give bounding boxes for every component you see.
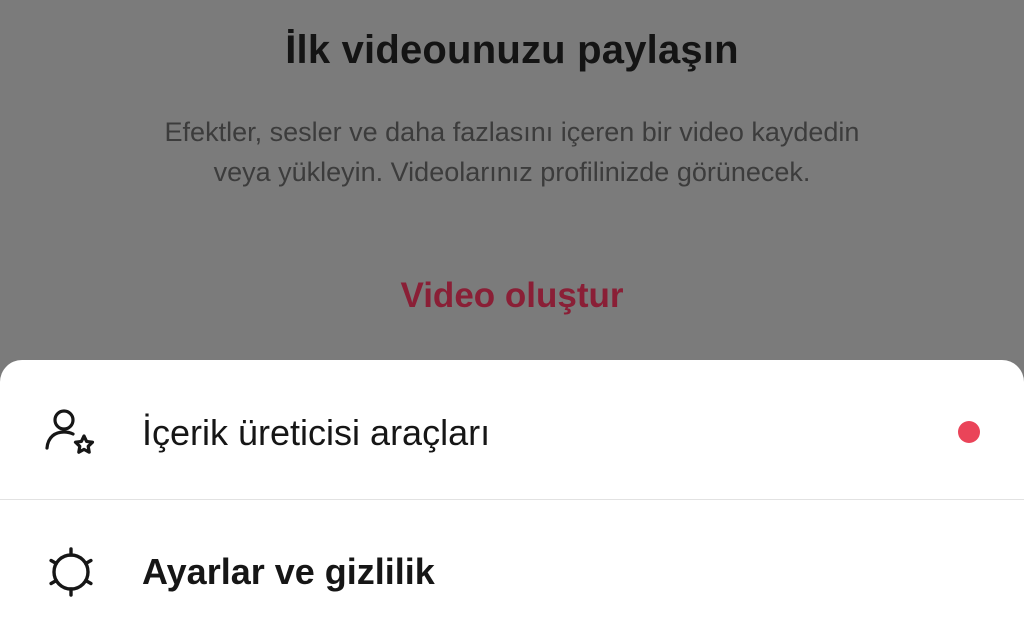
creator-tools-icon <box>42 404 100 462</box>
empty-state-description: Efektler, sesler ve daha fazlasını içere… <box>164 117 860 187</box>
empty-state-title: İlk videounuzu paylaşın <box>285 28 739 72</box>
create-video-link[interactable]: Video oluştur <box>0 276 1024 316</box>
menu-item-creator-tools[interactable]: İçerik üreticisi araçları <box>0 360 1024 498</box>
gear-icon <box>42 543 100 601</box>
menu-item-creator-tools-label: İçerik üreticisi araçları <box>142 412 491 453</box>
notification-dot <box>958 421 980 443</box>
menu-item-settings-privacy[interactable]: Ayarlar ve gizlilik <box>0 501 1024 639</box>
bottom-sheet-menu: İçerik üreticisi araçları Ayarlar ve giz… <box>0 360 1024 640</box>
menu-item-settings-privacy-label: Ayarlar ve gizlilik <box>142 551 435 592</box>
menu-divider <box>0 499 1024 500</box>
